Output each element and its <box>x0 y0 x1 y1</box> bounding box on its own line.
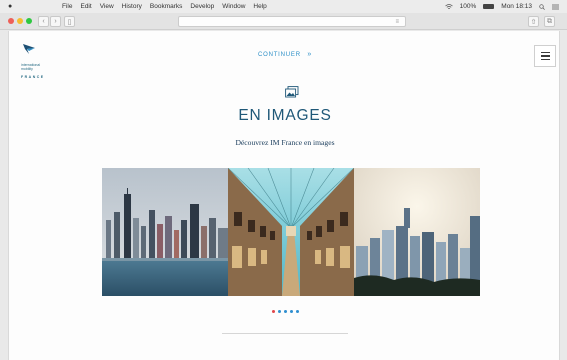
apple-icon[interactable]: ● <box>8 3 16 10</box>
carousel-dot-2[interactable] <box>277 310 281 313</box>
carousel-pagination <box>9 310 561 313</box>
menu-edit[interactable]: Edit <box>80 3 91 10</box>
sidebar-icon[interactable]: ▯ <box>64 16 75 27</box>
section-divider <box>222 333 348 334</box>
menubar-clock[interactable]: Mon 18:13 <box>501 3 532 10</box>
browser-toolbar: ‹ › ▯ ≡ ⇧ ⧉ <box>0 13 567 30</box>
chicago-skyline-photo[interactable] <box>102 168 228 296</box>
web-page: international mobility FRANCE CONTINUER … <box>8 31 560 360</box>
carousel-dot-1[interactable] <box>271 310 275 313</box>
logo-line-2: mobility <box>21 67 33 71</box>
continuer-link[interactable]: CONTINUER » <box>9 51 561 58</box>
menu-window[interactable]: Window <box>222 3 245 10</box>
carousel-dot-3[interactable] <box>283 310 287 313</box>
forward-icon[interactable]: › <box>50 16 61 27</box>
wifi-icon[interactable] <box>444 3 453 10</box>
close-window-button[interactable] <box>8 18 14 24</box>
menu-develop[interactable]: Develop <box>190 3 214 10</box>
search-icon[interactable] <box>539 3 545 10</box>
zoom-window-button[interactable] <box>26 18 32 24</box>
tabs-icon[interactable]: ⧉ <box>544 16 555 27</box>
reader-icon[interactable]: ≡ <box>395 19 399 25</box>
carousel-dot-5[interactable] <box>295 310 299 313</box>
gallery-arcade-photo[interactable] <box>228 168 354 296</box>
menu-help[interactable]: Help <box>253 3 266 10</box>
menu-file[interactable]: File <box>62 3 72 10</box>
site-logo[interactable]: international mobility FRANCE <box>21 43 61 79</box>
share-icon[interactable]: ⇧ <box>528 16 539 27</box>
logo-line-3: FRANCE <box>21 75 45 79</box>
continuer-arrow-icon: » <box>307 51 313 58</box>
continuer-label: CONTINUER <box>257 52 301 58</box>
menu-button[interactable] <box>534 45 556 67</box>
battery-icon[interactable] <box>483 4 495 9</box>
section-subtitle: Découvrez IM France en images <box>235 138 335 147</box>
mac-menubar: ● File Edit View History Bookmarks Devel… <box>0 0 567 13</box>
minimize-window-button[interactable] <box>17 18 23 24</box>
skyscrapers-sky-photo[interactable] <box>354 168 480 296</box>
list-icon[interactable] <box>552 4 559 10</box>
image-carousel[interactable] <box>102 168 480 296</box>
back-icon[interactable]: ‹ <box>38 16 49 27</box>
menu-history[interactable]: History <box>122 3 142 10</box>
photo-gallery-icon <box>285 86 299 98</box>
carousel-dot-4[interactable] <box>289 310 293 313</box>
battery-percent: 100% <box>459 3 477 10</box>
menu-view[interactable]: View <box>100 3 114 10</box>
menu-bookmarks[interactable]: Bookmarks <box>150 3 183 10</box>
section-title: EN IMAGES <box>238 107 332 124</box>
menu-icon <box>540 51 550 54</box>
address-bar[interactable]: ≡ <box>178 16 406 27</box>
